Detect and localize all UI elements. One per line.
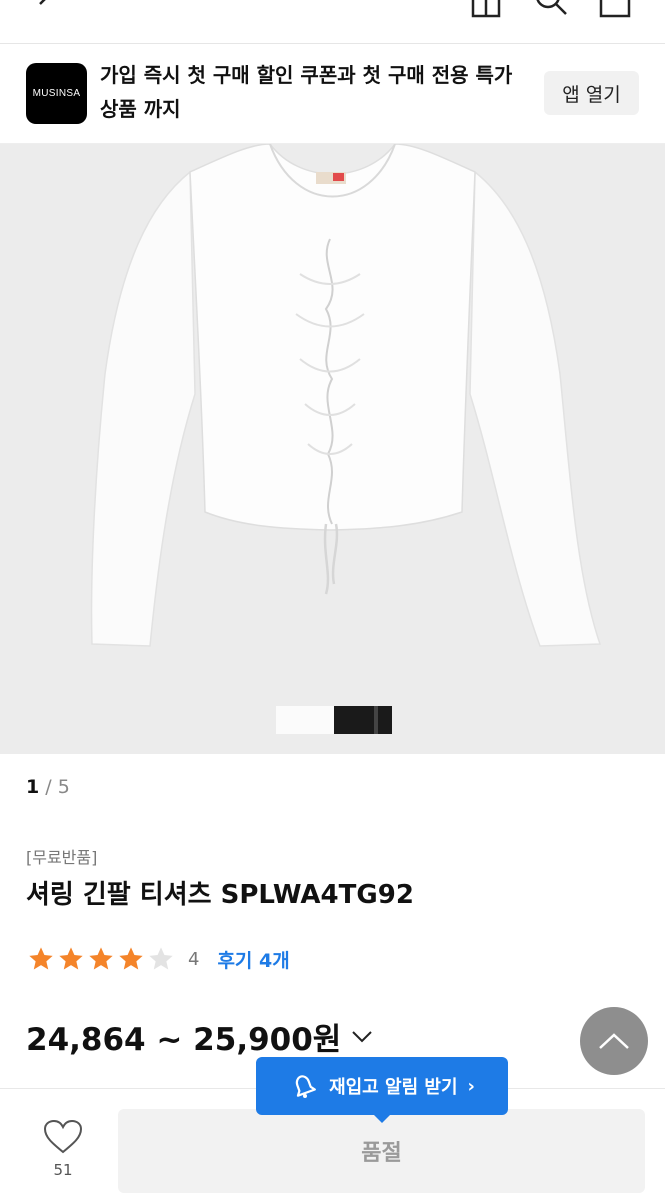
heart-icon bbox=[43, 1119, 83, 1154]
star-rating bbox=[26, 945, 176, 973]
star-filled-icon bbox=[89, 947, 113, 970]
home-icon[interactable] bbox=[470, 0, 502, 18]
product-photo-shirt bbox=[90, 144, 602, 647]
star-empty-icon bbox=[149, 947, 173, 970]
image-counter-total: 5 bbox=[57, 776, 70, 798]
rating-score: 4 bbox=[188, 948, 200, 970]
star-filled-icon bbox=[29, 947, 53, 970]
musinsa-logo: MUSINSA bbox=[26, 63, 87, 124]
swatch-white[interactable] bbox=[276, 706, 334, 734]
like-count: 51 bbox=[53, 1161, 73, 1179]
swatch-black[interactable] bbox=[334, 706, 392, 734]
image-counter: 1 / 5 bbox=[26, 776, 70, 798]
product-image[interactable] bbox=[0, 144, 665, 754]
product-rating: 4 후기 4개 bbox=[26, 944, 290, 974]
bell-icon bbox=[295, 1075, 317, 1098]
search-icon[interactable] bbox=[530, 0, 570, 18]
image-counter-separator: / bbox=[45, 776, 52, 798]
star-filled-icon bbox=[119, 947, 143, 970]
price-range[interactable]: 24,864 ~ 25,900원 bbox=[26, 1014, 373, 1059]
top-nav bbox=[0, 0, 665, 44]
open-app-button[interactable]: 앱 열기 bbox=[544, 71, 639, 115]
restock-label: 재입고 알림 받기 bbox=[329, 1077, 458, 1098]
product-title: 셔링 긴팔 티셔츠 SPLWA4TG92 bbox=[26, 880, 414, 910]
image-counter-current: 1 bbox=[26, 776, 40, 798]
reviews-link[interactable]: 후기 4개 bbox=[217, 946, 289, 973]
banner-message: 가입 즉시 첫 구매 할인 쿠폰과 첫 구매 전용 특가 상품 까지 bbox=[100, 63, 513, 121]
color-swatches bbox=[276, 706, 392, 734]
restock-alert-button[interactable]: 재입고 알림 받기 › bbox=[256, 1057, 508, 1123]
chevron-right-icon: › bbox=[467, 1075, 475, 1097]
scroll-to-top-button[interactable] bbox=[580, 1007, 648, 1075]
free-return-tag: [무료반품] bbox=[26, 848, 98, 867]
app-banner: MUSINSA 가입 즉시 첫 구매 할인 쿠폰과 첫 구매 전용 특가 상품 … bbox=[0, 44, 665, 144]
star-filled-icon bbox=[59, 947, 83, 970]
back-arrow-icon[interactable] bbox=[30, 0, 58, 18]
price-text: 24,864 ~ 25,900원 bbox=[26, 1022, 342, 1058]
shopping-bag-icon[interactable] bbox=[598, 0, 632, 18]
chevron-up-icon bbox=[599, 1033, 629, 1049]
chevron-down-icon bbox=[352, 1030, 373, 1042]
like-button[interactable]: 51 bbox=[38, 1119, 88, 1179]
